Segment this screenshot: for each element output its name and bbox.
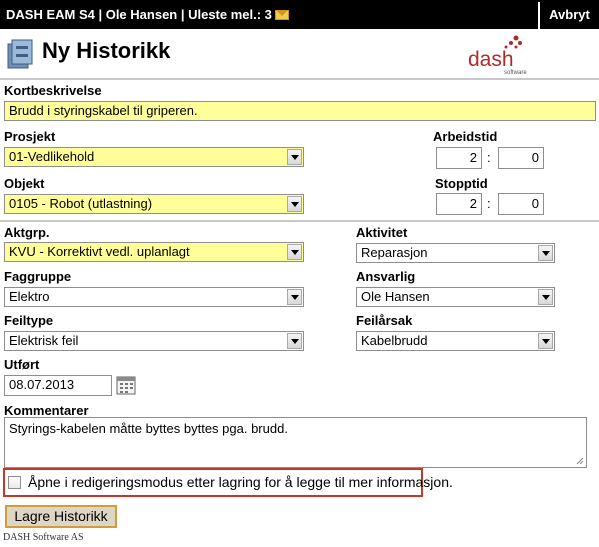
feiltype-label: Feiltype	[4, 313, 54, 328]
edit-mode-label[interactable]: Åpne i redigeringsmodus etter lagring fo…	[28, 474, 453, 490]
aktivitet-select[interactable]: Reparasjon	[356, 243, 555, 263]
stopptid-separator: :	[487, 196, 491, 211]
dash-logo: dash software	[468, 35, 527, 76]
aktgrp-value: KVU - Korrektivt vedl. uplanlagt	[9, 244, 190, 259]
feiltype-select[interactable]: Elektrisk feil	[4, 331, 304, 351]
kortbeskrivelse-input[interactable]: Brudd i styringskabel til griperen.	[4, 101, 596, 121]
arbeidstid-minutes-input[interactable]: 0	[498, 147, 544, 169]
ansvarlig-select[interactable]: Ole Hansen	[356, 287, 555, 307]
archive-cabinet-icon	[7, 39, 33, 69]
svg-text:software: software	[504, 70, 527, 76]
svg-text:dash: dash	[468, 48, 514, 71]
top-bar: DASH EAM S4 | Ole Hansen | Uleste mel.: …	[0, 0, 599, 29]
prosjekt-value: 01-Vedlikehold	[9, 149, 95, 164]
chevron-down-icon[interactable]	[287, 149, 302, 165]
resize-grip-icon[interactable]	[576, 457, 584, 465]
divider-1	[0, 78, 599, 80]
kortbeskrivelse-label: Kortbeskrivelse	[4, 83, 102, 98]
cancel-button[interactable]: Avbryt	[538, 2, 599, 29]
ansvarlig-label: Ansvarlig	[356, 269, 416, 284]
utfort-label: Utført	[4, 357, 40, 372]
chevron-down-icon[interactable]	[538, 289, 553, 305]
chevron-down-icon[interactable]	[287, 333, 302, 349]
stopptid-label: Stopptid	[435, 176, 488, 191]
arbeidstid-separator: :	[487, 150, 491, 165]
edit-mode-checkbox[interactable]	[8, 476, 21, 489]
faggruppe-value: Elektro	[9, 289, 50, 304]
chevron-down-icon[interactable]	[287, 289, 302, 305]
arbeidstid-label: Arbeidstid	[433, 129, 498, 144]
save-history-button[interactable]: Lagre Historikk	[5, 505, 117, 528]
aktgrp-select[interactable]: KVU - Korrektivt vedl. uplanlagt	[4, 242, 304, 262]
ansvarlig-value: Ole Hansen	[361, 289, 430, 304]
kommentarer-label: Kommentarer	[4, 403, 89, 418]
chevron-down-icon[interactable]	[538, 333, 553, 349]
arbeidstid-hours-input[interactable]: 2	[436, 147, 482, 169]
stopptid-hours-input[interactable]: 2	[436, 193, 482, 215]
aktivitet-value: Reparasjon	[361, 245, 428, 260]
prosjekt-select[interactable]: 01-Vedlikehold	[4, 147, 304, 167]
footer-text: DASH Software AS	[3, 532, 84, 543]
divider-2	[0, 220, 599, 222]
utfort-date-input[interactable]: 08.07.2013	[4, 375, 112, 396]
feilarsak-select[interactable]: Kabelbrudd	[356, 331, 555, 351]
objekt-label: Objekt	[4, 176, 45, 191]
faggruppe-label: Faggruppe	[4, 269, 72, 284]
feiltype-value: Elektrisk feil	[9, 333, 79, 348]
faggruppe-select[interactable]: Elektro	[4, 287, 304, 307]
chevron-down-icon[interactable]	[287, 244, 302, 260]
aktgrp-label: Aktgrp.	[4, 225, 50, 240]
kommentarer-text: Styrings-kabelen måtte byttes byttes pga…	[9, 421, 288, 436]
prosjekt-label: Prosjekt	[4, 129, 56, 144]
chevron-down-icon[interactable]	[287, 196, 302, 212]
objekt-select[interactable]: 0105 - Robot (utlastning)	[4, 194, 304, 214]
page-title: Ny Historikk	[42, 38, 171, 63]
envelope-icon[interactable]	[274, 10, 289, 20]
aktivitet-label: Aktivitet	[356, 225, 408, 240]
app-info: DASH EAM S4 | Ole Hansen | Uleste mel.: …	[6, 7, 289, 22]
app-info-text: DASH EAM S4 | Ole Hansen | Uleste mel.: …	[6, 7, 272, 22]
kommentarer-textarea[interactable]: Styrings-kabelen måtte byttes byttes pga…	[4, 417, 587, 468]
chevron-down-icon[interactable]	[538, 245, 553, 261]
feilarsak-value: Kabelbrudd	[361, 333, 428, 348]
calendar-icon[interactable]	[116, 375, 136, 395]
feilarsak-label: Feilårsak	[356, 313, 413, 328]
stopptid-minutes-input[interactable]: 0	[498, 193, 544, 215]
objekt-value: 0105 - Robot (utlastning)	[9, 196, 153, 211]
